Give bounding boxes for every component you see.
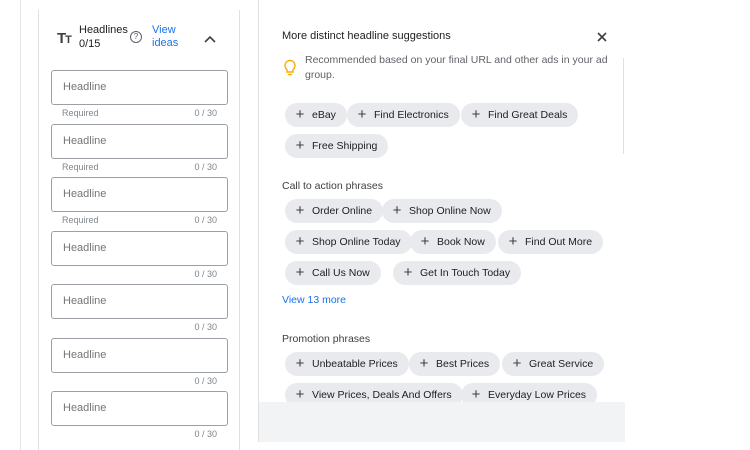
chip-label: Book Now	[437, 236, 485, 248]
chevron-up-icon[interactable]	[203, 34, 217, 44]
suggestion-chip[interactable]: + Best Prices	[409, 352, 501, 376]
scroll-divider	[623, 58, 624, 154]
suggestion-chip[interactable]: + Shop Online Now	[382, 199, 502, 223]
chip-label: Get In Touch Today	[420, 267, 511, 279]
plus-icon: +	[295, 264, 305, 281]
chip-label: Call Us Now	[312, 267, 370, 279]
character-counter: 0 / 30	[194, 429, 217, 439]
view-ideas-link[interactable]: View ideas	[152, 24, 178, 50]
suggestion-chip[interactable]: + Unbeatable Prices	[285, 352, 409, 376]
cta-section-title: Call to action phrases	[282, 180, 383, 192]
character-counter: 0 / 30	[194, 215, 217, 225]
chip-label: Find Out More	[525, 236, 593, 248]
help-icon[interactable]: ?	[130, 31, 142, 43]
panel-title: More distinct headline suggestions	[282, 30, 451, 42]
panel-footer	[258, 402, 625, 442]
headlines-title: Headlines 0/15	[79, 23, 128, 51]
plus-icon: +	[403, 264, 413, 281]
recommendation-text: Recommended based on your final URL and …	[305, 54, 608, 81]
suggestion-chip[interactable]: + Order Online	[285, 199, 384, 223]
chip-label: Everyday Low Prices	[488, 389, 587, 401]
suggestion-chip[interactable]: + Get In Touch Today	[393, 261, 522, 285]
headline-input[interactable]: Headline	[51, 231, 228, 266]
chip-label: Find Electronics	[374, 109, 449, 121]
character-counter: 0 / 30	[194, 108, 217, 118]
plus-icon: +	[471, 106, 481, 123]
headlines-label: Headlines	[79, 24, 128, 36]
suggestion-chip[interactable]: + eBay	[285, 103, 347, 127]
chip-label: View Prices, Deals And Offers	[312, 389, 452, 401]
suggestion-chip[interactable]: + Find Electronics	[347, 103, 460, 127]
headline-input[interactable]: Headline	[51, 284, 228, 319]
suggestion-chip[interactable]: + Shop Online Today	[285, 230, 412, 254]
text-format-icon: TT	[57, 30, 72, 47]
plus-icon: +	[295, 355, 305, 372]
plus-icon: +	[508, 233, 518, 250]
chip-label: Order Online	[312, 205, 373, 217]
suggestion-chip[interactable]: + Great Service	[502, 352, 605, 376]
chip-label: eBay	[312, 109, 336, 121]
plus-icon: +	[295, 137, 305, 154]
promo-section-title: Promotion phrases	[282, 333, 371, 345]
suggestion-chip[interactable]: + Find Out More	[498, 230, 604, 254]
character-counter: 0 / 30	[194, 376, 217, 386]
plus-icon: +	[295, 233, 305, 250]
page-divider	[20, 0, 21, 450]
view-more-link[interactable]: View 13 more	[282, 294, 346, 306]
suggestion-chip[interactable]: + Free Shipping	[285, 134, 389, 158]
plus-icon: +	[512, 355, 522, 372]
headline-input[interactable]: Headline	[51, 177, 228, 212]
required-label: Required	[62, 108, 99, 118]
headlines-header: TT Headlines 0/15 ? View ideas	[39, 10, 239, 60]
chip-label: Free Shipping	[312, 140, 378, 152]
headlines-card: TT Headlines 0/15 ? View ideas Headline Re…	[38, 10, 240, 450]
chip-label: Best Prices	[436, 358, 490, 370]
chip-label: Shop Online Now	[409, 205, 491, 217]
plus-icon: +	[295, 106, 305, 123]
close-icon[interactable]	[595, 30, 609, 44]
headline-input[interactable]: Headline	[51, 124, 228, 159]
plus-icon: +	[392, 202, 402, 219]
headline-input[interactable]: Headline	[51, 391, 228, 426]
headlines-count: 0/15	[79, 38, 101, 50]
headline-input[interactable]: Headline	[51, 70, 228, 105]
suggestion-chip[interactable]: + Call Us Now	[285, 261, 381, 285]
chip-label: Find Great Deals	[488, 109, 568, 121]
suggestion-chip[interactable]: + Find Great Deals	[461, 103, 579, 127]
suggestions-panel: More distinct headline suggestions Recom…	[258, 0, 625, 407]
suggestion-chip[interactable]: + Book Now	[410, 230, 496, 254]
chip-label: Great Service	[529, 358, 594, 370]
character-counter: 0 / 30	[194, 322, 217, 332]
chip-label: Shop Online Today	[312, 236, 401, 248]
required-label: Required	[62, 215, 99, 225]
chip-label: Unbeatable Prices	[312, 358, 398, 370]
character-counter: 0 / 30	[194, 162, 217, 172]
required-label: Required	[62, 162, 99, 172]
plus-icon: +	[419, 355, 429, 372]
plus-icon: +	[420, 233, 430, 250]
plus-icon: +	[357, 106, 367, 123]
lightbulb-icon	[284, 59, 296, 76]
headline-input[interactable]: Headline	[51, 338, 228, 373]
character-counter: 0 / 30	[194, 269, 217, 279]
plus-icon: +	[295, 202, 305, 219]
